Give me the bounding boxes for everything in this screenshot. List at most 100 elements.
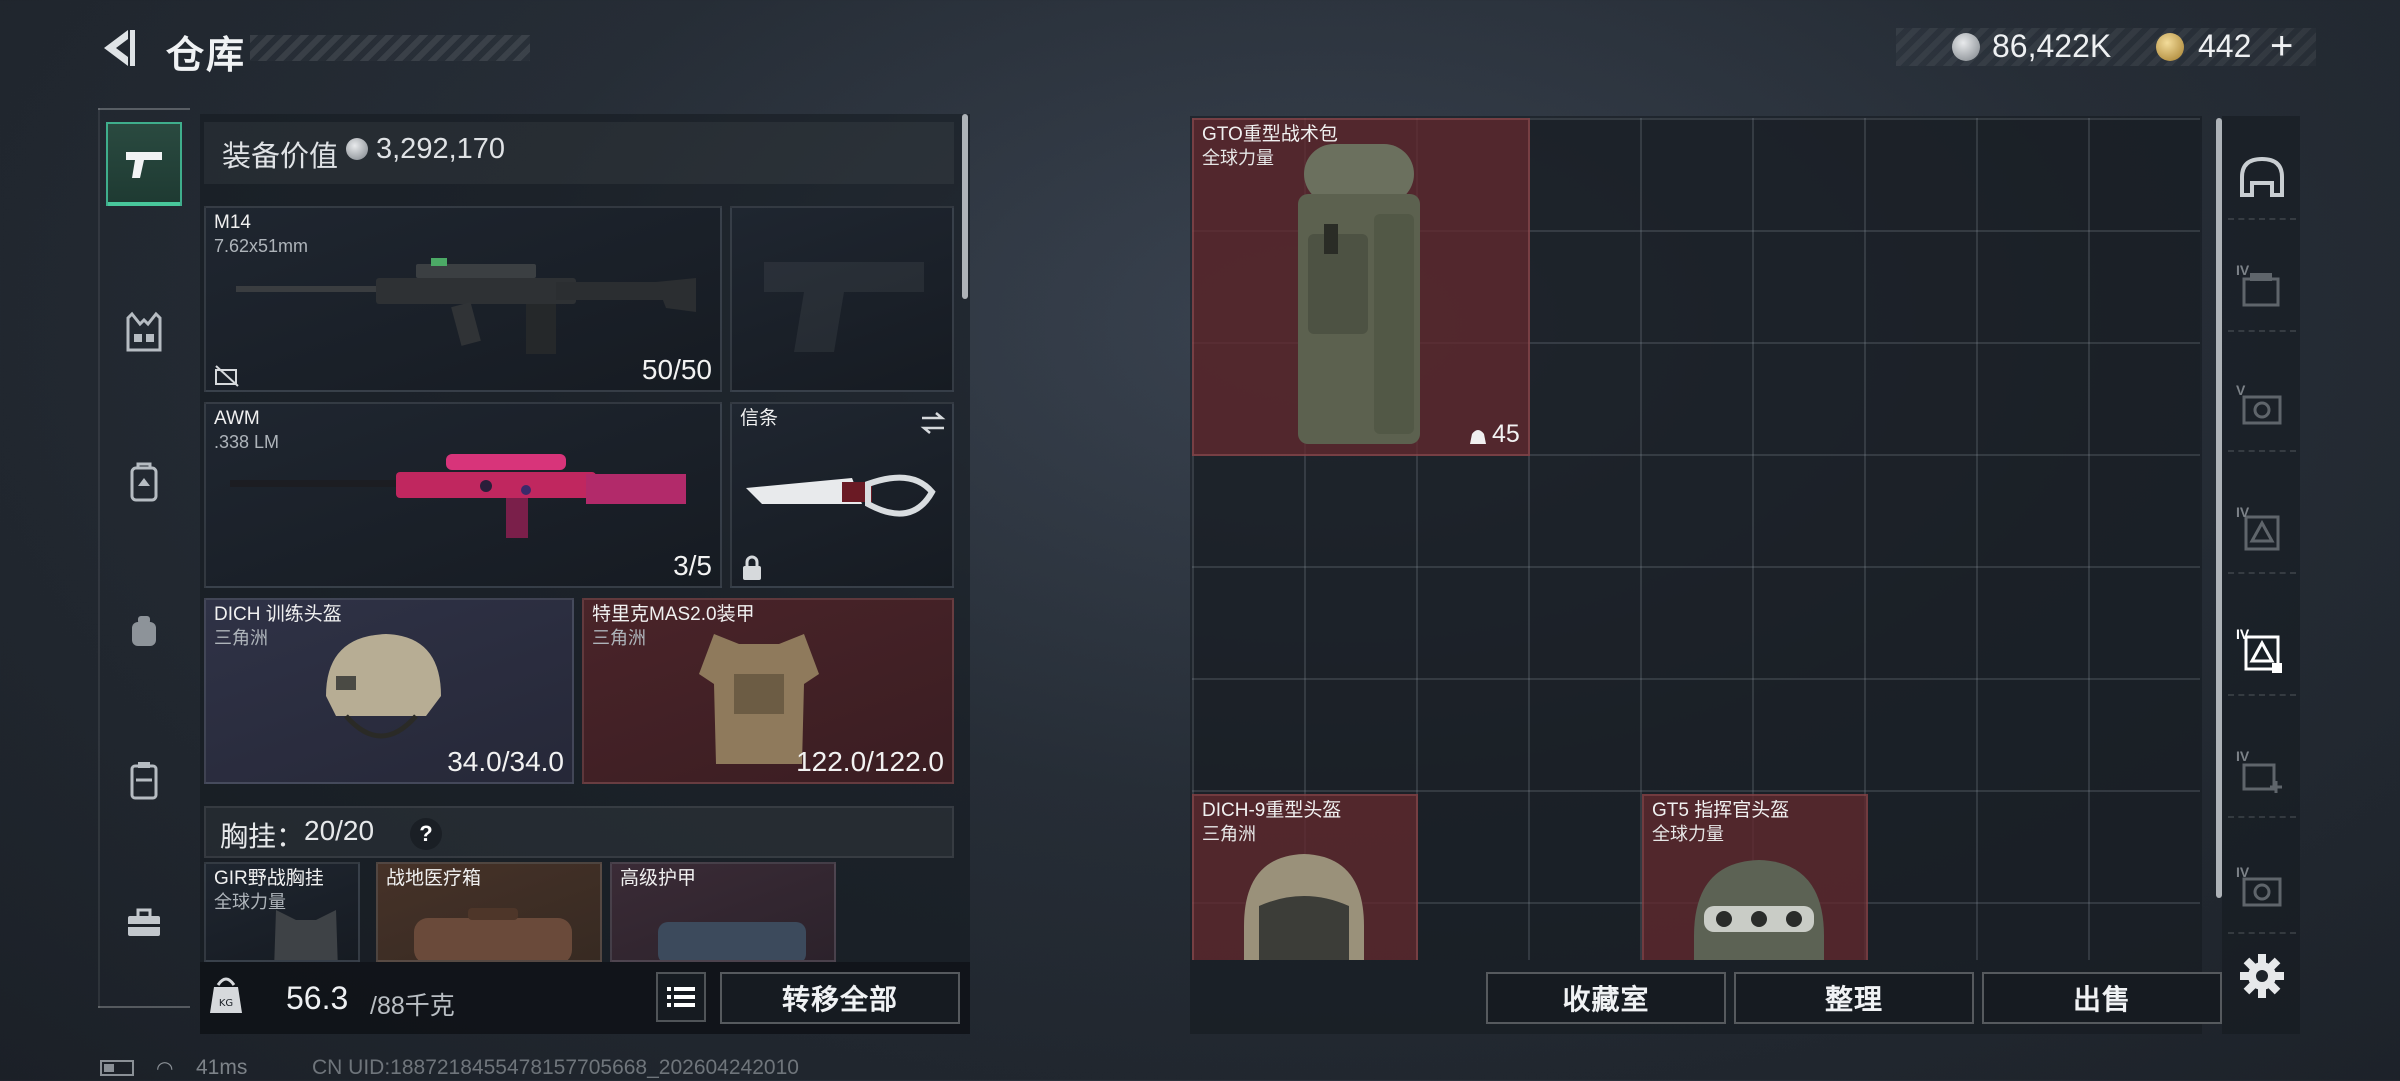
filter-box[interactable]: V	[2228, 368, 2296, 452]
storage-item[interactable]: DICH-9重型头盔 三角洲	[1192, 794, 1418, 960]
slot-item-name: M14	[214, 212, 251, 233]
add-currency-button[interactable]: +	[2270, 24, 2293, 69]
list-view-button[interactable]	[656, 972, 706, 1022]
slot-item-name: 高级护甲	[620, 868, 697, 889]
tier-label: IV	[2236, 262, 2250, 278]
wifi-icon: ◠	[156, 1058, 174, 1080]
backpack-image	[1298, 144, 1420, 444]
ping-value: 41ms	[196, 1056, 248, 1079]
item-name: GT5 指挥官头盔	[1652, 800, 1790, 821]
chest-item-slot[interactable]: 战地医疗箱	[376, 862, 602, 962]
tier-label: V	[2236, 382, 2246, 398]
tier-label: IV	[2236, 626, 2250, 642]
pistol-placeholder-icon	[764, 262, 924, 352]
back-arrow-icon	[104, 30, 135, 66]
user-uid: CN UID:1887218455478157705668_2026042420…	[312, 1056, 799, 1079]
durability-value: 34.0/34.0	[447, 746, 564, 777]
category-rail	[98, 108, 192, 1008]
secondary-weapon-slot[interactable]: AWM .338 LM 3/5	[204, 402, 722, 588]
svg-text:KG: KG	[219, 998, 233, 1009]
filter-triangle-box-selected[interactable]: IV	[2228, 612, 2296, 696]
transfer-all-button[interactable]: 转移全部	[720, 972, 960, 1024]
armor-pack-image	[658, 922, 806, 960]
ammo-count: 50/50	[641, 354, 712, 385]
armor-slot[interactable]: 特里克MAS2.0装甲 三角洲 122.0/122.0	[582, 598, 954, 784]
title-stripe	[250, 35, 530, 61]
vest-icon	[126, 311, 162, 352]
category-medical[interactable]	[106, 588, 182, 672]
currency-secondary-value: 442	[2198, 28, 2252, 64]
tier-label: IV	[2236, 864, 2250, 880]
storage-grid[interactable]: GTO重型战术包 全球力量 45 DICH-9重型头盔 三角洲 GT5 指挥官头…	[1192, 118, 2200, 960]
slot-item-name: 战地医疗箱	[386, 868, 482, 889]
item-capacity: 45	[1492, 420, 1520, 448]
gold-coin-icon	[2156, 33, 2184, 61]
primary-weapon-slot[interactable]: M14 7.62x51mm 50/50	[204, 206, 722, 392]
current-weight: 56.3	[286, 980, 349, 1016]
item-faction: 三角洲	[1202, 824, 1256, 844]
category-toolkit[interactable]	[106, 880, 182, 964]
settings-gear-icon[interactable]	[2236, 950, 2288, 1002]
storage-item[interactable]: GTO重型战术包 全球力量 45	[1192, 118, 1530, 456]
collection-room-button[interactable]: 收藏室	[1486, 972, 1726, 1024]
filter-triangle-box[interactable]: IV	[2228, 490, 2296, 574]
chest-item-slot[interactable]: GIR野战胸挂 全球力量	[204, 862, 360, 962]
category-backpacks[interactable]	[106, 440, 182, 524]
capacity-icon	[1470, 430, 1486, 444]
lock-icon	[743, 555, 761, 580]
help-button[interactable]: ?	[410, 818, 442, 850]
equipment-value: 3,292,170	[376, 133, 506, 165]
awm-rifle-image	[230, 454, 686, 538]
filter-case[interactable]: IV	[2228, 248, 2296, 332]
equipment-value-label: 装备价值	[222, 141, 339, 173]
silver-coin-icon	[346, 138, 368, 160]
silver-coin-icon	[1952, 33, 1980, 61]
helmet-filter-icon	[2240, 156, 2284, 197]
category-vests[interactable]	[106, 290, 182, 374]
slot-item-faction: 三角洲	[214, 628, 268, 648]
pouch-icon	[132, 616, 156, 646]
list-icon	[667, 987, 695, 1007]
slot-item-name: 信条	[740, 408, 779, 429]
sort-button[interactable]: 整理	[1734, 972, 1974, 1024]
swap-icon[interactable]	[918, 410, 948, 436]
filter-box-2[interactable]: IV	[2228, 850, 2296, 934]
item-name: DICH-9重型头盔	[1202, 800, 1342, 821]
tier-label: IV	[2236, 504, 2250, 520]
heavy-helmet-image	[1244, 854, 1364, 960]
ammo-count: 3/5	[673, 550, 712, 581]
currency-primary-value: 86,422K	[1992, 28, 2112, 64]
back-button[interactable]	[96, 24, 140, 72]
weight-icon: KG	[210, 977, 242, 1013]
canister-icon	[130, 762, 158, 800]
filter-medic[interactable]: IV	[2228, 734, 2296, 818]
pistol-icon	[126, 152, 162, 178]
loadout-scrollbar[interactable]	[962, 114, 968, 299]
m14-rifle-image	[236, 258, 696, 354]
item-faction: 全球力量	[1652, 824, 1724, 844]
medic-case-image	[414, 908, 572, 960]
durability-value: 122.0/122.0	[796, 746, 944, 777]
category-containers[interactable]	[106, 738, 182, 822]
slot-item-name: GIR野战胸挂	[214, 868, 324, 889]
category-weapons[interactable]	[106, 122, 182, 206]
slot-item-name: AWM	[214, 408, 260, 429]
rail-divider-bottom	[98, 1006, 190, 1008]
chest-item-slot[interactable]: 高级护甲	[610, 862, 836, 962]
storage-item[interactable]: GT5 指挥官头盔 全球力量	[1642, 794, 1868, 960]
chest-rig-image	[274, 910, 338, 960]
helmet-slot[interactable]: DICH 训练头盔 三角洲 34.0/34.0	[204, 598, 574, 784]
tier-label: IV	[2236, 748, 2250, 764]
chest-rig-label: 胸挂：	[220, 821, 305, 852]
backpack-icon	[130, 462, 158, 502]
slot-item-name: 特里克MAS2.0装甲	[592, 604, 755, 625]
melee-slot[interactable]: 信条	[730, 402, 954, 588]
toolbox-icon	[128, 908, 160, 936]
rail-divider-top	[98, 108, 190, 110]
sell-button[interactable]: 出售	[1982, 972, 2222, 1024]
filter-helmet[interactable]	[2228, 136, 2296, 220]
pistol-slot[interactable]	[730, 206, 954, 392]
knife-image	[746, 474, 936, 517]
item-faction: 全球力量	[1202, 148, 1274, 168]
commander-helmet-image	[1694, 860, 1824, 960]
